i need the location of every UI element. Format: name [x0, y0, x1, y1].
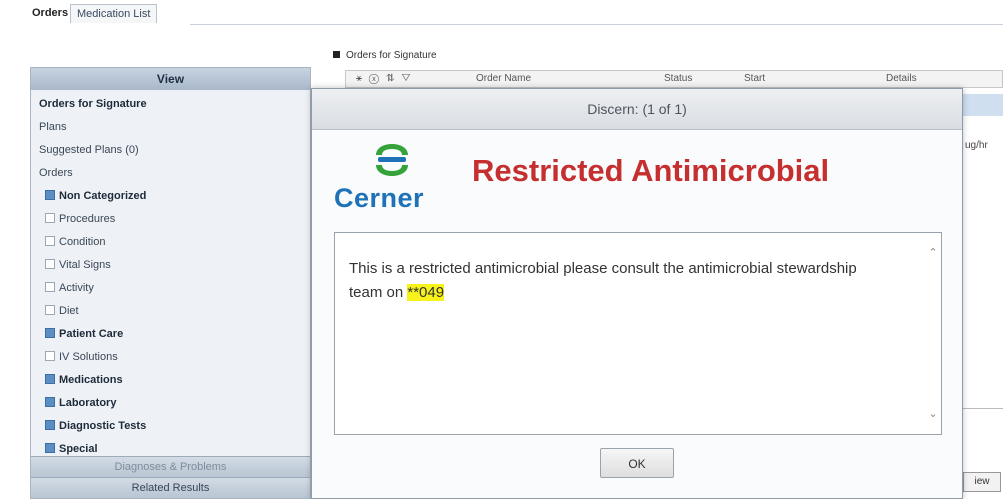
- navigator-bottom-bars: Diagnoses & Problems Related Results: [31, 456, 310, 498]
- nav-item-label: Laboratory: [59, 397, 117, 409]
- nav-item-label: Procedures: [59, 213, 116, 225]
- cerner-logo: Cerner: [334, 141, 454, 221]
- view-button-fragment[interactable]: iew: [963, 472, 1001, 492]
- column-start[interactable]: Start: [744, 73, 765, 84]
- nav-item[interactable]: Activity: [35, 277, 310, 300]
- dialog-title: Discern: (1 of 1): [312, 89, 962, 130]
- orders-for-signature-label: Orders for Signature: [346, 50, 437, 61]
- nav-item[interactable]: Non Categorized: [35, 185, 310, 208]
- cerner-logo-text: Cerner: [334, 183, 425, 213]
- nav-item-label: Orders for Signature: [39, 98, 147, 110]
- nav-item[interactable]: Orders: [35, 162, 310, 185]
- nav-list: Orders for Signature Plans Suggested Plans…: [35, 93, 310, 461]
- scroll-down-icon[interactable]: ⌄: [925, 406, 941, 422]
- nav-item-label: Non Categorized: [59, 190, 147, 202]
- alert-heading: Restricted Antimicrobial: [472, 153, 830, 188]
- nav-checkbox[interactable]: [45, 397, 55, 407]
- nav-checkbox[interactable]: [45, 236, 55, 246]
- nav-item[interactable]: IV Solutions: [35, 346, 310, 369]
- nav-checkbox[interactable]: [45, 282, 55, 292]
- nav-item-label: Diet: [59, 305, 79, 317]
- nav-checkbox[interactable]: [45, 328, 55, 338]
- nav-item[interactable]: Procedures: [35, 208, 310, 231]
- nav-item-label: Suggested Plans (0): [39, 144, 139, 156]
- nav-item-label: Patient Care: [59, 328, 124, 340]
- nav-item[interactable]: Plans: [35, 116, 310, 139]
- nav-checkbox[interactable]: [45, 190, 55, 200]
- nav-item-label: Activity: [59, 282, 94, 294]
- nav-checkbox[interactable]: [45, 213, 55, 223]
- nav-checkbox[interactable]: [45, 259, 55, 269]
- nav-item[interactable]: Diet: [35, 300, 310, 323]
- view-header: View: [31, 68, 310, 90]
- tab-divider: [190, 24, 1003, 25]
- grid-divider: [963, 408, 1003, 409]
- nav-item[interactable]: Laboratory: [35, 392, 310, 415]
- view-navigator: View Orders for Signature Plans Suggested …: [30, 67, 311, 499]
- nav-item[interactable]: Orders for Signature: [35, 93, 310, 116]
- nav-checkbox[interactable]: [45, 443, 55, 453]
- discern-alert-dialog: Discern: (1 of 1) Cerner Restricted Anti…: [311, 88, 963, 499]
- diagnoses-problems-bar[interactable]: Diagnoses & Problems: [31, 456, 310, 477]
- cerner-logo-icon: [376, 144, 408, 176]
- grid-toolbar-icons[interactable]: ⚹ ⓧ ⇅ ▽: [356, 73, 412, 84]
- message-scrollbar[interactable]: ⌃ ⌄: [925, 233, 941, 434]
- nav-item-label: Special: [59, 443, 98, 455]
- column-order-name[interactable]: Order Name: [476, 73, 531, 84]
- row-detail-fragment: ug/hr: [965, 140, 988, 151]
- nav-checkbox[interactable]: [45, 374, 55, 384]
- nav-item-label: Diagnostic Tests: [59, 420, 147, 432]
- nav-item-label: Plans: [39, 121, 67, 133]
- nav-item-label: Condition: [59, 236, 106, 248]
- tab-medication-list[interactable]: Medication List: [70, 4, 158, 23]
- nav-item[interactable]: Medications: [35, 369, 310, 392]
- collapse-toggle-icon[interactable]: [333, 51, 340, 58]
- orders-grid-header: ⚹ ⓧ ⇅ ▽ Order Name Status Start Details: [345, 70, 1003, 88]
- scroll-up-icon[interactable]: ⌃: [925, 245, 941, 261]
- ok-button[interactable]: OK: [600, 448, 674, 478]
- nav-item-label: Orders: [39, 167, 73, 179]
- nav-item-label: Vital Signs: [59, 259, 111, 271]
- nav-item[interactable]: Suggested Plans (0): [35, 139, 310, 162]
- alert-message: This is a restricted antimicrobial pleas…: [349, 257, 889, 305]
- highlighted-phone-extension: **049: [407, 284, 445, 301]
- nav-checkbox[interactable]: [45, 420, 55, 430]
- nav-checkbox[interactable]: [45, 305, 55, 315]
- nav-item[interactable]: Vital Signs: [35, 254, 310, 277]
- selected-row-fragment[interactable]: [963, 94, 1003, 116]
- message-box[interactable]: This is a restricted antimicrobial pleas…: [334, 232, 942, 435]
- nav-checkbox[interactable]: [45, 351, 55, 361]
- nav-item-label: IV Solutions: [59, 351, 118, 363]
- nav-item[interactable]: Patient Care: [35, 323, 310, 346]
- nav-item-label: Medications: [59, 374, 123, 386]
- top-tab-strip: Orders Medication List: [0, 0, 1003, 30]
- column-details[interactable]: Details: [886, 73, 917, 84]
- nav-item[interactable]: Diagnostic Tests: [35, 415, 310, 438]
- column-status[interactable]: Status: [664, 73, 692, 84]
- orders-for-signature-title: Orders for Signature: [333, 49, 437, 63]
- nav-item[interactable]: Condition: [35, 231, 310, 254]
- related-results-bar[interactable]: Related Results: [31, 477, 310, 498]
- tab-orders[interactable]: Orders: [26, 4, 74, 22]
